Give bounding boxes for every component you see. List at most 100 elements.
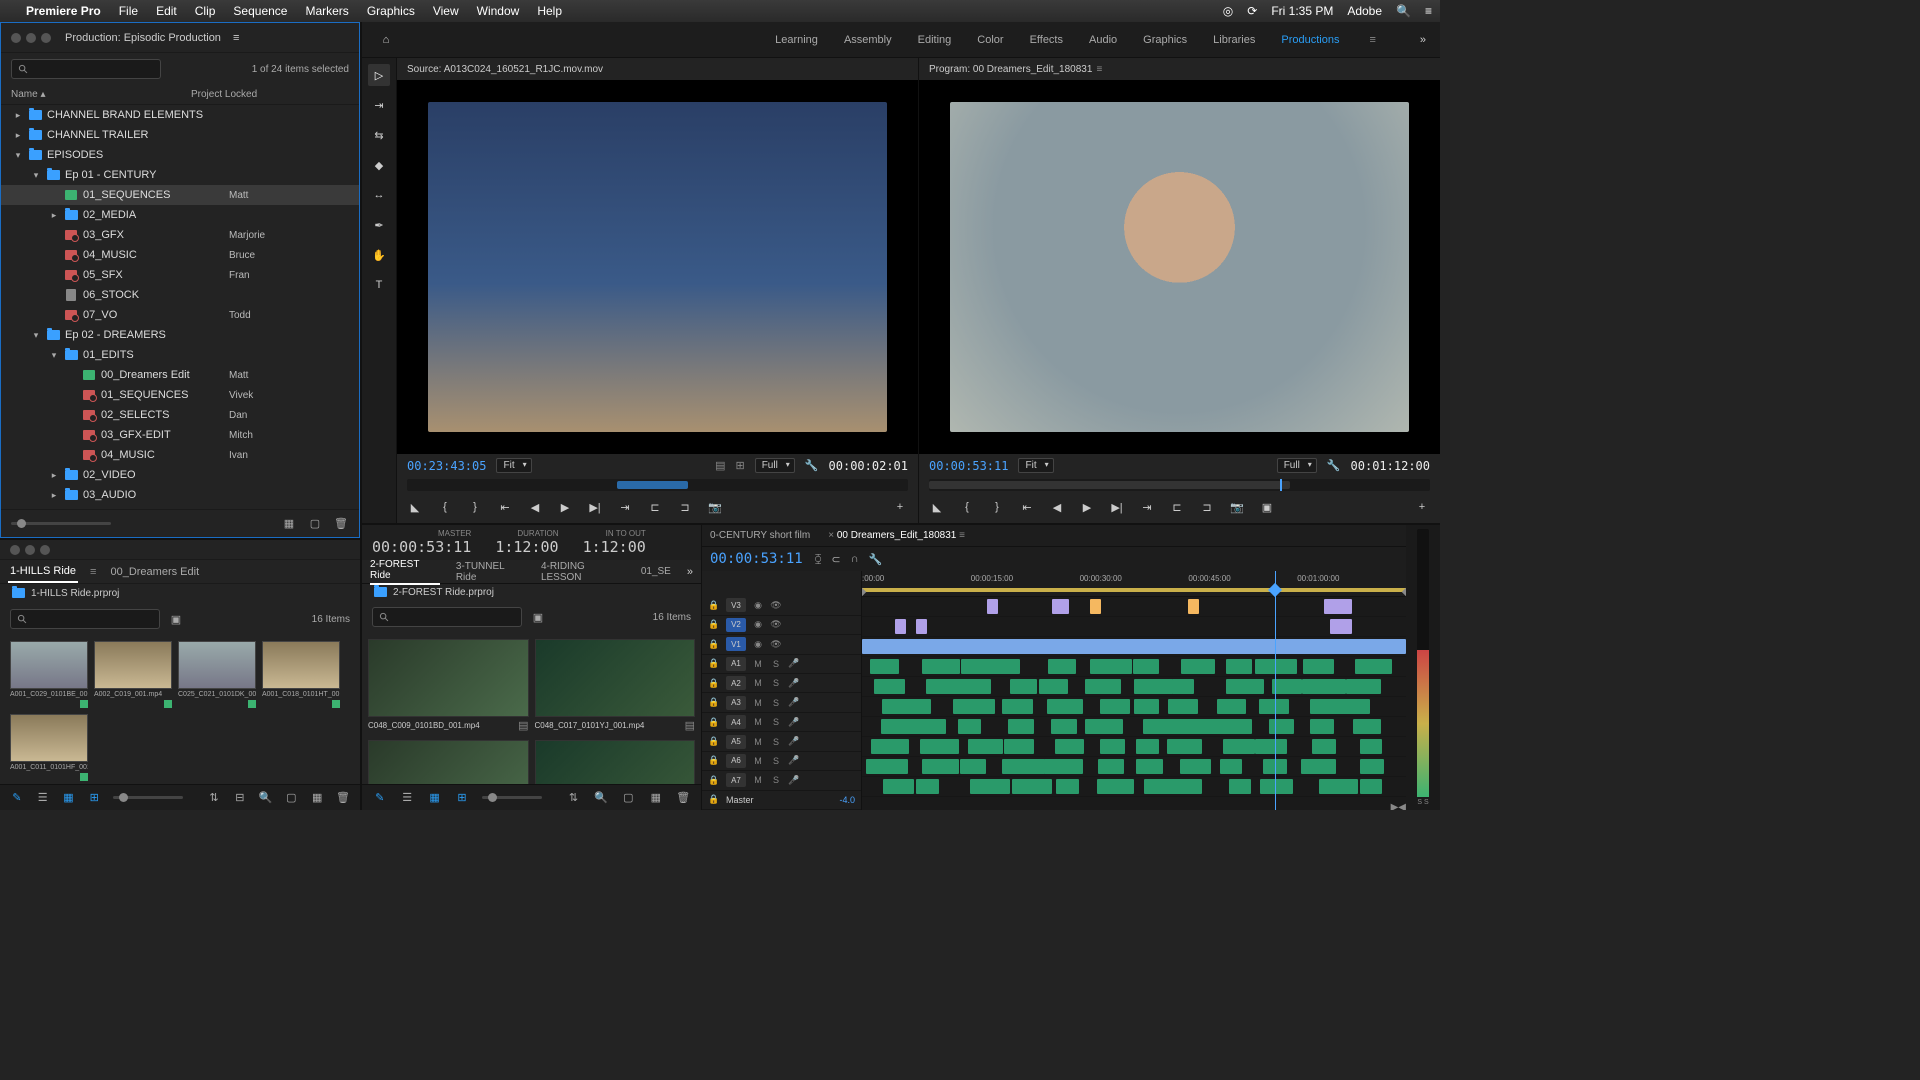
source-canvas[interactable] bbox=[397, 80, 918, 454]
settings-icon[interactable]: 🔧 bbox=[805, 459, 819, 472]
mark-in-icon[interactable]: ◣ bbox=[407, 499, 423, 515]
lift-icon[interactable]: ⊏ bbox=[1169, 499, 1185, 515]
tree-row-01-sequences[interactable]: 01_SEQUENCESVivek bbox=[1, 385, 359, 405]
step-back-icon[interactable]: ◀ bbox=[1049, 499, 1065, 515]
export-frame-icon[interactable]: 📷 bbox=[707, 499, 723, 515]
project-clip[interactable]: C048_C009_0101BD_001.mp4▤ bbox=[368, 639, 529, 734]
new-item-icon[interactable]: ▦ bbox=[310, 790, 324, 806]
spotlight-icon[interactable]: 🔍 bbox=[1396, 4, 1411, 18]
play-icon[interactable]: ▶ bbox=[557, 499, 573, 515]
audio-track-a2[interactable] bbox=[862, 677, 1406, 697]
video-track-v3[interactable] bbox=[862, 597, 1406, 617]
icon-view-icon[interactable]: ▦ bbox=[62, 790, 76, 806]
menu-view[interactable]: View bbox=[433, 4, 459, 18]
master-track-header[interactable]: 🔒Master-4.0 bbox=[702, 791, 861, 810]
project-tabs-overflow-icon[interactable]: » bbox=[687, 566, 693, 578]
tree-row-02-selects[interactable]: 02_SELECTSDan bbox=[1, 405, 359, 425]
tree-row-03-audio[interactable]: ▸03_AUDIO bbox=[1, 485, 359, 505]
pen-tool-icon[interactable]: ✒ bbox=[368, 214, 390, 236]
list-view-icon[interactable]: ☰ bbox=[399, 790, 414, 806]
bin-clip[interactable]: A001_C029_0101BE_001.mp4 bbox=[10, 641, 88, 708]
extract-icon[interactable]: ⊐ bbox=[1199, 499, 1215, 515]
audio-track-header-a6[interactable]: 🔒A6MS🎤 bbox=[702, 752, 861, 771]
workspace-tab-editing[interactable]: Editing bbox=[918, 34, 952, 46]
list-view-icon[interactable]: ☰ bbox=[36, 790, 50, 806]
tree-row-07-vo[interactable]: 07_VOTodd bbox=[1, 305, 359, 325]
video-track-v2[interactable] bbox=[862, 617, 1406, 637]
bin-thumbnail-grid[interactable]: A001_C029_0101BE_001.mp4A002_C019_001.mp… bbox=[10, 641, 350, 781]
menu-window[interactable]: Window bbox=[477, 4, 520, 18]
go-to-in-icon[interactable]: ⇤ bbox=[497, 499, 513, 515]
source-tc-in[interactable]: 00:23:43:05 bbox=[407, 459, 486, 473]
cc-sync-icon[interactable]: ◎ bbox=[1223, 4, 1233, 18]
step-fwd-icon[interactable]: ▶| bbox=[587, 499, 603, 515]
mark-out-icon[interactable]: { bbox=[437, 499, 453, 515]
new-bin-icon[interactable]: ▢ bbox=[284, 790, 298, 806]
linked-selection-icon[interactable]: ⊂ bbox=[831, 553, 840, 566]
freeform-view-icon[interactable]: ⊞ bbox=[454, 790, 469, 806]
type-tool-icon[interactable]: T bbox=[368, 274, 390, 296]
freeform-view-icon[interactable]: ⊞ bbox=[87, 790, 101, 806]
sort-icon[interactable]: ⇅ bbox=[207, 790, 221, 806]
production-search-input[interactable] bbox=[11, 59, 161, 79]
audio-track-header-a5[interactable]: 🔒A5MS🎤 bbox=[702, 732, 861, 751]
bin-tab-dreamers[interactable]: 00_Dreamers Edit bbox=[108, 562, 201, 582]
trash-icon[interactable]: 🗑 bbox=[333, 516, 349, 532]
tree-row-03-gfx[interactable]: 03_GFXMarjorie bbox=[1, 225, 359, 245]
bin-clip[interactable]: A001_C018_0101HT_001.mp4 bbox=[262, 641, 340, 708]
insert-icon[interactable]: ⊏ bbox=[647, 499, 663, 515]
track-select-tool-icon[interactable]: ⇥ bbox=[368, 94, 390, 116]
audio-track-a7[interactable] bbox=[862, 777, 1406, 797]
tree-row-episodes[interactable]: ▾EPISODES bbox=[1, 145, 359, 165]
workspace-tab-learning[interactable]: Learning bbox=[775, 34, 818, 46]
audio-track-a1[interactable] bbox=[862, 657, 1406, 677]
program-res-dropdown[interactable]: Full bbox=[1277, 458, 1317, 473]
panel-menu-icon[interactable]: ≡ bbox=[233, 32, 239, 44]
new-search-bin-icon[interactable]: ▣ bbox=[168, 611, 184, 627]
workspace-tab-effects[interactable]: Effects bbox=[1030, 34, 1063, 46]
go-to-out-icon[interactable]: ⇥ bbox=[617, 499, 633, 515]
menubar-user[interactable]: Adobe bbox=[1347, 4, 1382, 18]
menu-file[interactable]: File bbox=[119, 4, 138, 18]
program-tc-in[interactable]: 00:00:53:11 bbox=[929, 459, 1008, 473]
bin-clip[interactable]: A002_C019_001.mp4 bbox=[94, 641, 172, 708]
sort-icon[interactable]: ⇅ bbox=[566, 790, 581, 806]
menu-markers[interactable]: Markers bbox=[305, 4, 348, 18]
slip-tool-icon[interactable]: ↔ bbox=[368, 184, 390, 206]
audio-track-a4[interactable] bbox=[862, 717, 1406, 737]
comparison-view-icon[interactable]: ▣ bbox=[1259, 499, 1275, 515]
program-scrubber[interactable] bbox=[929, 479, 1430, 491]
new-bin-icon[interactable]: ▢ bbox=[307, 516, 323, 532]
tree-row-01-sequences[interactable]: 01_SEQUENCESMatt bbox=[1, 185, 359, 205]
workspace-overflow-icon[interactable]: » bbox=[1420, 34, 1426, 46]
workspace-tab-audio[interactable]: Audio bbox=[1089, 34, 1117, 46]
video-track-header-v3[interactable]: 🔒V3◉👁 bbox=[702, 596, 861, 615]
source-res-dropdown[interactable]: Full bbox=[755, 458, 795, 473]
home-icon[interactable]: ⌂ bbox=[376, 30, 396, 50]
multicam-icon[interactable]: ⊞ bbox=[735, 459, 744, 472]
video-track-v1[interactable] bbox=[862, 637, 1406, 657]
project-tab[interactable]: 4-RIDING LESSON bbox=[541, 561, 625, 583]
hand-tool-icon[interactable]: ✋ bbox=[368, 244, 390, 266]
tree-row-05-sfx[interactable]: 05_SFXFran bbox=[1, 265, 359, 285]
project-search-input[interactable] bbox=[372, 607, 522, 627]
mark-clip-icon[interactable]: } bbox=[467, 499, 483, 515]
tree-row-01-edits[interactable]: ▾01_EDITS bbox=[1, 345, 359, 365]
thumbnail-zoom-slider[interactable] bbox=[11, 522, 111, 525]
audio-track-header-a1[interactable]: 🔒A1MS🎤 bbox=[702, 655, 861, 674]
icon-view-icon[interactable]: ▦ bbox=[427, 790, 442, 806]
timeline-sequence-tab[interactable]: × 00 Dreamers_Edit_180831 ≡ bbox=[824, 530, 965, 541]
traffic-close-icon[interactable] bbox=[11, 33, 21, 43]
trash-icon[interactable]: 🗑 bbox=[336, 790, 350, 806]
audio-track-header-a7[interactable]: 🔒A7MS🎤 bbox=[702, 771, 861, 790]
timeline-tracks-area[interactable]: :00:0000:00:15:0000:00:30:0000:00:45:000… bbox=[862, 571, 1406, 810]
bin-search-input[interactable] bbox=[10, 609, 160, 629]
bin-clip[interactable]: C025_C021_0101DK_001.mp4 bbox=[178, 641, 256, 708]
menu-sequence[interactable]: Sequence bbox=[233, 4, 287, 18]
menu-clip[interactable]: Clip bbox=[195, 4, 216, 18]
new-search-bin-icon[interactable]: ▣ bbox=[530, 609, 546, 625]
mark-clip-icon[interactable]: } bbox=[989, 499, 1005, 515]
project-tab[interactable]: 2-FOREST Ride bbox=[370, 559, 440, 585]
tab-menu-icon[interactable]: ≡ bbox=[90, 566, 96, 578]
project-clip[interactable]: C048_C020_0101U4_001.mp4▤ bbox=[535, 740, 696, 784]
